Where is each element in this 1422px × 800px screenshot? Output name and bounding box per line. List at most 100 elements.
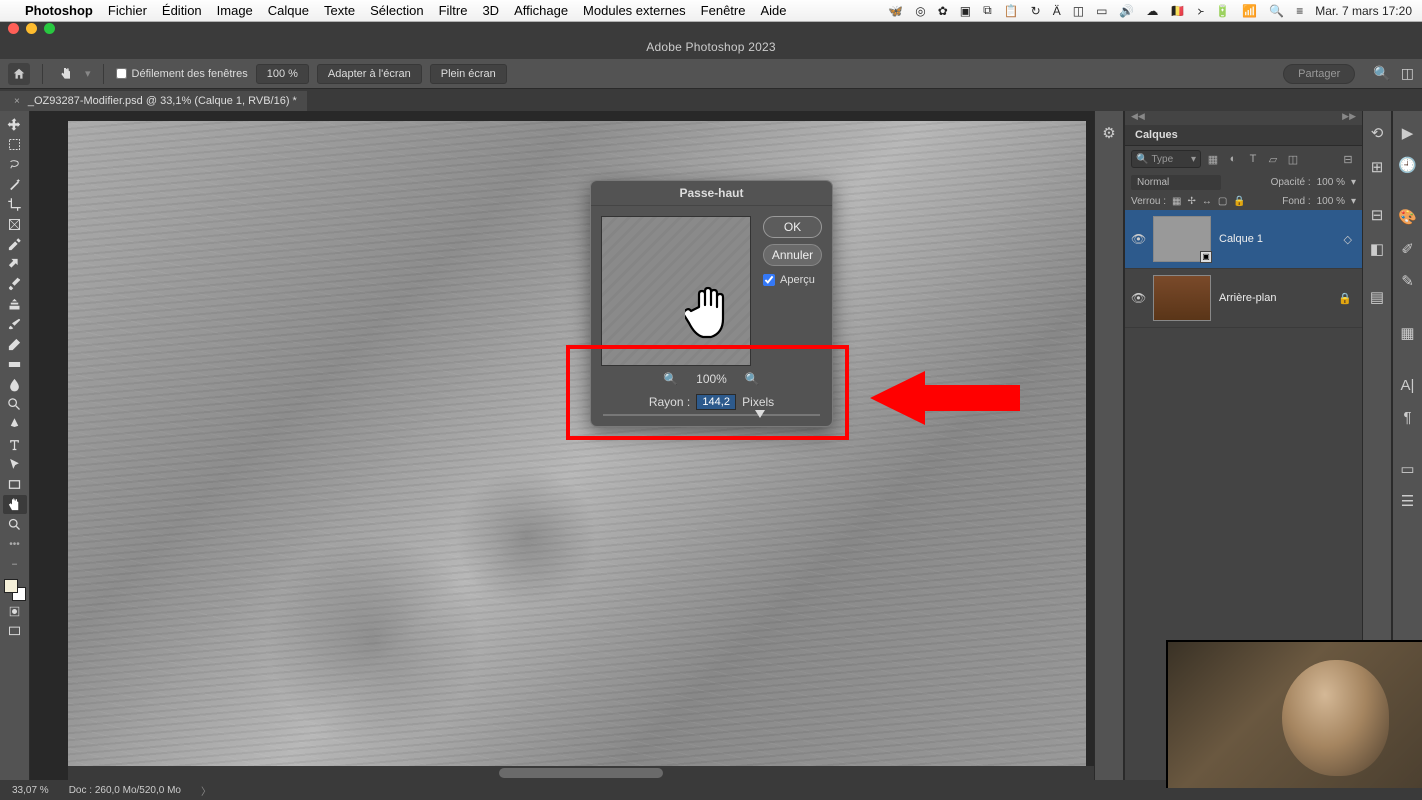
menu-file[interactable]: Fichier — [108, 3, 147, 18]
history-brush-tool[interactable] — [3, 315, 27, 334]
magic-wand-tool[interactable] — [3, 175, 27, 194]
eraser-tool[interactable] — [3, 335, 27, 354]
layer-filter-type[interactable]: 🔍 Type ▾ — [1131, 150, 1201, 168]
layer-thumbnail[interactable] — [1153, 275, 1211, 321]
eyedropper-tool[interactable] — [3, 235, 27, 254]
smart-filter-icon[interactable]: ◇ — [1344, 233, 1352, 246]
layer-name[interactable]: Arrière-plan — [1219, 292, 1276, 304]
crop-tool[interactable] — [3, 195, 27, 214]
menu-extra-icon[interactable]: ↻ — [1031, 4, 1041, 18]
menu-extra-icon[interactable]: 🦋 — [888, 4, 903, 18]
layer-thumbnail[interactable]: ▣ — [1153, 216, 1211, 262]
menu-filter[interactable]: Filtre — [439, 3, 468, 18]
menu-extra-icon[interactable]: ▭ — [1096, 4, 1107, 18]
blend-mode-select[interactable]: Normal — [1131, 175, 1221, 190]
character-icon[interactable]: A| — [1398, 375, 1418, 395]
zoom-level[interactable]: 100 % — [256, 64, 309, 84]
layer-row[interactable]: 👁 ▣ Calque 1 ◇ — [1125, 210, 1362, 269]
horizontal-scrollbar[interactable] — [68, 766, 1094, 780]
close-tab-icon[interactable]: × — [14, 96, 20, 107]
menu-extra-icon[interactable]: ▣ — [960, 4, 971, 18]
layer-name[interactable]: Calque 1 — [1219, 233, 1263, 245]
edit-toolbar[interactable]: ••• — [3, 535, 27, 554]
dialog-preview[interactable] — [601, 216, 751, 366]
menu-help[interactable]: Aide — [760, 3, 786, 18]
fullscreen-window-button[interactable] — [44, 23, 55, 34]
menu-extra-icon[interactable]: ✿ — [938, 4, 948, 18]
navigator-icon[interactable]: ☰ — [1398, 491, 1418, 511]
properties-icon[interactable]: ⊟ — [1367, 205, 1387, 225]
swatches-icon[interactable]: ▦ — [1398, 323, 1418, 343]
spotlight-icon[interactable]: 🔍 — [1269, 4, 1284, 18]
menu-plugins[interactable]: Modules externes — [583, 3, 686, 18]
layers-tab[interactable]: Calques — [1125, 125, 1362, 146]
flag-icon[interactable]: 🇧🇪 — [1170, 4, 1185, 18]
status-doc[interactable]: Doc : 260,0 Mo/520,0 Mo — [69, 785, 181, 796]
radius-input[interactable] — [696, 394, 736, 410]
rectangle-tool[interactable] — [3, 475, 27, 494]
preview-checkbox[interactable]: Aperçu — [763, 274, 822, 286]
fit-screen-button[interactable]: Adapter à l'écran — [317, 64, 422, 84]
zoom-out-icon[interactable]: 🔍 — [663, 372, 678, 386]
opacity-value[interactable]: 100 % — [1317, 177, 1345, 188]
info-icon[interactable]: ▭ — [1398, 459, 1418, 479]
minimize-window-button[interactable] — [26, 23, 37, 34]
menu-selection[interactable]: Sélection — [370, 3, 423, 18]
battery-icon[interactable]: 🔋 — [1215, 4, 1230, 18]
app-menu[interactable]: Photoshop — [25, 3, 93, 18]
color-icon[interactable]: 🎨 — [1398, 207, 1418, 227]
cancel-button[interactable]: Annuler — [763, 244, 822, 266]
menu-view[interactable]: Affichage — [514, 3, 568, 18]
presets-icon[interactable]: ⊞ — [1367, 157, 1387, 177]
clock[interactable]: Mar. 7 mars 17:20 — [1315, 4, 1412, 18]
libraries-icon[interactable]: ▤ — [1367, 287, 1387, 307]
filter-shape-icon[interactable]: ▱ — [1265, 151, 1281, 167]
menu-image[interactable]: Image — [217, 3, 253, 18]
menu-extra-icon[interactable]: ◎ — [915, 4, 925, 18]
modifications-icon[interactable]: ⟲ — [1367, 123, 1387, 143]
visibility-toggle[interactable]: 👁 — [1131, 232, 1145, 246]
radius-slider[interactable] — [591, 414, 832, 426]
document-tab[interactable]: × _OZ93287-Modifier.psd @ 33,1% (Calque … — [0, 91, 307, 111]
clone-stamp-tool[interactable] — [3, 295, 27, 314]
brush-settings-icon[interactable]: ✎ — [1398, 271, 1418, 291]
hand-tool-icon[interactable] — [55, 63, 77, 85]
menu-edit[interactable]: Édition — [162, 3, 202, 18]
color-swatches[interactable] — [4, 579, 26, 601]
search-icon[interactable]: 🔍 — [1373, 65, 1390, 82]
share-button[interactable]: Partager — [1283, 64, 1355, 84]
blur-tool[interactable] — [3, 375, 27, 394]
menu-text[interactable]: Texte — [324, 3, 355, 18]
menu-extra-icon[interactable]: Ä — [1053, 4, 1061, 18]
lock-nested-icon[interactable]: ▢ — [1218, 196, 1227, 207]
brushes-icon[interactable]: ✐ — [1398, 239, 1418, 259]
menu-extra-icon[interactable]: ◫ — [1073, 4, 1084, 18]
pen-tool[interactable] — [3, 415, 27, 434]
menu-layer[interactable]: Calque — [268, 3, 309, 18]
path-selection-tool[interactable] — [3, 455, 27, 474]
brush-tool[interactable] — [3, 275, 27, 294]
fill-value[interactable]: 100 % — [1317, 196, 1345, 207]
zoom-tool[interactable] — [3, 515, 27, 534]
menu-extra-icon[interactable]: ⧉ — [983, 3, 992, 18]
filter-adjustment-icon[interactable]: ◐ — [1225, 151, 1241, 167]
lasso-tool[interactable] — [3, 155, 27, 174]
lock-position-icon[interactable]: ✢ — [1187, 196, 1195, 207]
filter-type-icon[interactable]: T — [1245, 151, 1261, 167]
sound-icon[interactable]: 🔊 — [1119, 4, 1134, 18]
filter-smart-icon[interactable]: ◫ — [1285, 151, 1301, 167]
status-zoom[interactable]: 33,07 % — [12, 785, 49, 796]
ok-button[interactable]: OK — [763, 216, 822, 238]
bluetooth-icon[interactable]: ᚛ — [1197, 4, 1203, 18]
filter-pixel-icon[interactable]: ▦ — [1205, 151, 1221, 167]
lock-icon[interactable]: 🔒 — [1233, 196, 1245, 207]
move-tool[interactable] — [3, 115, 27, 134]
canvas[interactable] — [30, 111, 1094, 780]
control-center-icon[interactable]: ≡ — [1296, 4, 1303, 18]
scroll-windows-checkbox[interactable]: Défilement des fenêtres — [116, 68, 248, 80]
history-icon[interactable]: 🕘 — [1398, 155, 1418, 175]
workspace-icon[interactable]: ◫ — [1401, 65, 1414, 82]
layer-row[interactable]: 👁 Arrière-plan 🔒 — [1125, 269, 1362, 328]
visibility-toggle[interactable]: 👁 — [1131, 291, 1145, 305]
quick-mask-tool[interactable] — [3, 602, 27, 621]
